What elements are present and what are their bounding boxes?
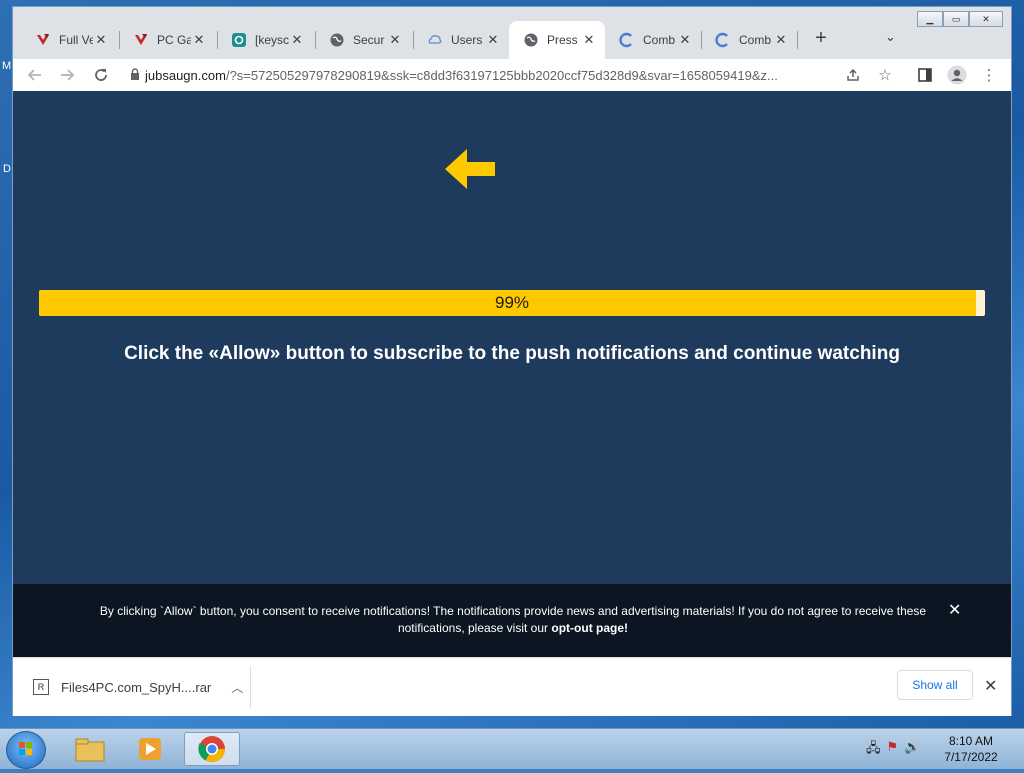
- tab-close-icon[interactable]: ✕: [289, 32, 305, 48]
- share-icon[interactable]: [841, 63, 865, 87]
- tab-title: PC Ga: [157, 33, 191, 47]
- tab-close-icon[interactable]: ✕: [677, 32, 693, 48]
- web-page: 99% Click the «Allow» button to subscrib…: [13, 91, 1011, 657]
- tab-title: Comb: [739, 33, 772, 47]
- tab-users[interactable]: Users ✕: [413, 21, 509, 59]
- action-center-flag-icon[interactable]: ⚑: [887, 739, 899, 761]
- taskbar: 🖧 ⚑ 🔊 8:10 AM 7/17/2022: [0, 728, 1024, 769]
- tab-close-icon[interactable]: ✕: [191, 32, 207, 48]
- maximize-button[interactable]: ▭: [943, 11, 969, 27]
- tab-title: Users: [451, 33, 483, 47]
- clock-time: 8:10 AM: [948, 734, 994, 748]
- taskbar-media-player[interactable]: [122, 732, 178, 766]
- tab-divider: [797, 31, 798, 49]
- shelf-divider: [250, 666, 251, 708]
- back-button[interactable]: [23, 63, 47, 87]
- progress-bar: 99%: [39, 290, 985, 316]
- globe-icon: [329, 32, 345, 48]
- tab-pc-ga[interactable]: PC Ga ✕: [119, 21, 215, 59]
- c-logo-icon: [619, 32, 635, 48]
- rar-file-icon: R: [33, 679, 49, 695]
- cloud-icon: [427, 32, 443, 48]
- tab-comb-1[interactable]: Comb ✕: [605, 21, 701, 59]
- windows-logo-icon: [19, 742, 32, 755]
- globe-icon: [523, 32, 539, 48]
- system-tray: 🖧 ⚑ 🔊: [866, 739, 920, 761]
- url-domain: jubsaugn.com: [145, 67, 226, 83]
- opt-out-link[interactable]: opt-out page!: [551, 621, 628, 635]
- tab-close-icon[interactable]: ✕: [387, 32, 403, 48]
- media-player-icon: [139, 738, 161, 760]
- download-filename: Files4PC.com_SpyH....rar: [61, 679, 212, 695]
- address-bar[interactable]: jubsaugn.com/?s=572505297978290819&ssk=c…: [125, 61, 895, 89]
- red-ribbon-icon: [35, 32, 51, 48]
- url-text: jubsaugn.com/?s=572505297978290819&ssk=c…: [145, 68, 835, 83]
- menu-kebab-icon[interactable]: ⋮: [977, 63, 1001, 87]
- consent-banner: By clicking `Allow` button, you consent …: [13, 584, 1011, 657]
- tab-title: Comb: [643, 33, 676, 47]
- tab-press[interactable]: Press ✕: [509, 21, 605, 59]
- tab-keysc[interactable]: [keysc ✕: [217, 21, 313, 59]
- tab-close-icon[interactable]: ✕: [485, 32, 501, 48]
- desktop-icon-label: M: [2, 60, 12, 72]
- url-path: /?s=572505297978290819&ssk=c8dd3f6319712…: [225, 67, 778, 83]
- network-icon[interactable]: 🖧: [866, 739, 881, 761]
- red-ribbon-icon: [133, 32, 149, 48]
- forward-arrow-icon: [61, 69, 75, 81]
- tab-close-icon[interactable]: ✕: [93, 32, 109, 48]
- taskbar-explorer[interactable]: [62, 732, 118, 766]
- tab-title: Secur: [353, 33, 385, 47]
- forward-button[interactable]: [55, 63, 79, 87]
- back-arrow-icon: [27, 69, 41, 81]
- close-window-button[interactable]: ✕: [969, 11, 1003, 27]
- tab-close-icon[interactable]: ✕: [773, 32, 789, 48]
- teal-gear-icon: [231, 32, 247, 48]
- downloads-shelf: R Files4PC.com_SpyH....rar ︿ Show all ✕: [13, 657, 1011, 716]
- browser-window: ▁ ▭ ✕ Full Ve ✕ PC Ga ✕ [keysc ✕ Secur ✕: [12, 6, 1012, 716]
- chevron-up-icon[interactable]: ︿: [231, 679, 243, 696]
- folder-icon: [75, 738, 105, 762]
- reload-icon: [95, 69, 107, 81]
- browser-toolbar: jubsaugn.com/?s=572505297978290819&ssk=c…: [13, 59, 1011, 91]
- c-logo-icon: [715, 32, 731, 48]
- lock-icon: [125, 67, 145, 83]
- tab-close-icon[interactable]: ✕: [581, 32, 597, 48]
- tab-title: Full Ve: [59, 33, 93, 47]
- close-shelf-icon[interactable]: ✕: [984, 676, 997, 696]
- clock-date: 7/17/2022: [944, 750, 998, 764]
- tab-full-ve[interactable]: Full Ve ✕: [21, 21, 117, 59]
- progress-percent: 99%: [494, 293, 530, 312]
- consent-message: By clicking `Allow` button, you consent …: [73, 603, 953, 637]
- show-all-button[interactable]: Show all: [897, 670, 973, 700]
- tab-title: [keysc: [255, 33, 289, 47]
- consent-text: By clicking `Allow` button, you consent …: [99, 604, 927, 635]
- taskbar-chrome[interactable]: [184, 732, 240, 766]
- consent-close-icon[interactable]: ✕: [948, 600, 961, 620]
- tab-secur[interactable]: Secur ✕: [315, 21, 411, 59]
- left-arrow-icon: [445, 149, 495, 189]
- tab-strip: ▁ ▭ ✕ Full Ve ✕ PC Ga ✕ [keysc ✕ Secur ✕: [13, 7, 1011, 59]
- reload-button[interactable]: [89, 63, 113, 87]
- bookmark-star-icon[interactable]: ☆: [873, 63, 897, 87]
- clock[interactable]: 8:10 AM 7/17/2022: [936, 733, 1006, 765]
- profile-avatar-icon[interactable]: [945, 63, 969, 87]
- chrome-icon: [198, 736, 226, 763]
- volume-icon[interactable]: 🔊: [904, 739, 920, 761]
- minimize-button[interactable]: ▁: [917, 11, 943, 27]
- side-panel-icon[interactable]: [913, 63, 937, 87]
- download-item[interactable]: R Files4PC.com_SpyH....rar ︿: [33, 674, 243, 700]
- tab-comb-2[interactable]: Comb ✕: [701, 21, 797, 59]
- page-headline: Click the «Allow» button to subscribe to…: [124, 343, 900, 364]
- new-tab-button[interactable]: +: [809, 27, 833, 50]
- start-button[interactable]: [6, 731, 46, 769]
- tab-search-chevron-icon[interactable]: ⌄: [885, 29, 896, 45]
- tab-title: Press: [547, 33, 578, 47]
- desktop-icon-label: D: [3, 163, 11, 175]
